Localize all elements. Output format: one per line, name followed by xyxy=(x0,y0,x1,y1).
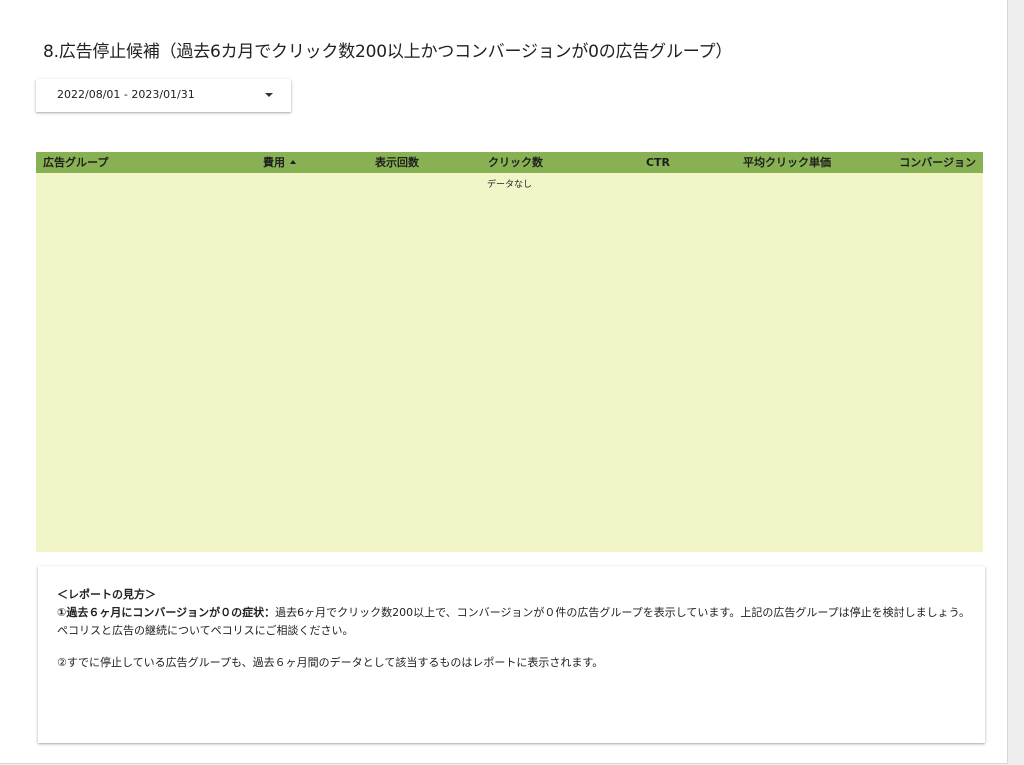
column-header-ad-group[interactable]: 広告グループ xyxy=(43,152,108,173)
guide-item-1-label: ①過去６ヶ月にコンバージョンが０の症状： xyxy=(57,606,276,619)
guide-heading: ＜レポートの見方＞ xyxy=(57,588,156,601)
column-header-cost[interactable]: 費用 xyxy=(263,152,296,173)
ad-group-table: 広告グループ 費用 表示回数 クリック数 CTR 平均クリック単価 コンバージョ… xyxy=(36,152,983,552)
page-title: 8.広告停止候補（過去6カ月でクリック数200以上かつコンバージョンが0の広告グ… xyxy=(43,42,733,62)
empty-state-message: データなし xyxy=(486,180,532,190)
column-header-label: 費用 xyxy=(263,156,285,169)
column-header-label: 表示回数 xyxy=(375,156,419,169)
guide-item-2: ②すでに停止している広告グループも、過去６ヶ月間のデータとして該当するものはレポ… xyxy=(57,656,604,669)
guide-item-1: ①過去６ヶ月にコンバージョンが０の症状：過去6ヶ月でクリック数200以上で、コン… xyxy=(57,604,972,640)
report-page: 8.広告停止候補（過去6カ月でクリック数200以上かつコンバージョンが0の広告グ… xyxy=(0,0,1008,764)
report-guide-card: ＜レポートの見方＞ ①過去６ヶ月にコンバージョンが０の症状：過去6ヶ月でクリック… xyxy=(38,566,985,743)
column-header-label: クリック数 xyxy=(488,156,543,169)
column-header-impressions[interactable]: 表示回数 xyxy=(375,152,419,173)
table-header-row: 広告グループ 費用 表示回数 クリック数 CTR 平均クリック単価 コンバージョ… xyxy=(36,152,983,173)
column-header-conversions[interactable]: コンバージョン xyxy=(899,152,976,173)
sort-ascending-icon xyxy=(290,160,296,164)
column-header-label: 広告グループ xyxy=(43,156,109,169)
column-header-avg-cpc[interactable]: 平均クリック単価 xyxy=(743,152,831,173)
column-header-clicks[interactable]: クリック数 xyxy=(488,152,543,173)
column-header-label: 平均クリック単価 xyxy=(743,156,831,169)
column-header-label: コンバージョン xyxy=(899,156,976,169)
column-header-label: CTR xyxy=(645,156,670,169)
column-header-ctr[interactable]: CTR xyxy=(646,152,670,173)
dropdown-caret-icon[interactable] xyxy=(265,93,273,97)
date-range-control[interactable]: 2022/08/01 - 2023/01/31 xyxy=(36,79,291,112)
date-range-value: 2022/08/01 - 2023/01/31 xyxy=(57,88,195,101)
